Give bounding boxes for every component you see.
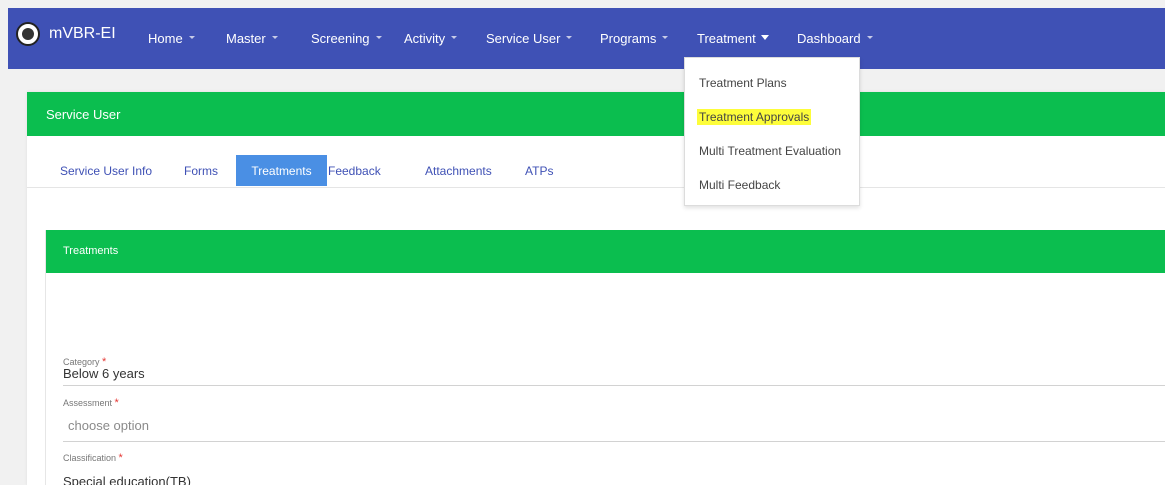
menu-item-treatment-plans[interactable]: Treatment Plans bbox=[699, 76, 787, 90]
nav-service-user[interactable]: Service User bbox=[486, 31, 573, 46]
tab-atps[interactable]: ATPs bbox=[525, 164, 553, 178]
required-marker: * bbox=[118, 452, 123, 464]
assessment-label: Assessment * bbox=[63, 397, 119, 409]
menu-item-treatment-approvals[interactable]: Treatment Approvals bbox=[697, 109, 812, 125]
nav-dashboard[interactable]: Dashboard bbox=[797, 31, 873, 46]
caret-down-icon bbox=[451, 36, 458, 40]
nav-activity[interactable]: Activity bbox=[404, 31, 458, 46]
caret-down-icon bbox=[866, 36, 873, 40]
brand[interactable]: mVBR-EI bbox=[16, 22, 116, 46]
menu-item-multi-feedback[interactable]: Multi Feedback bbox=[699, 178, 780, 192]
nav-treatment[interactable]: Treatment bbox=[697, 31, 769, 46]
tab-treatments[interactable]: Treatments bbox=[236, 155, 327, 186]
nav-home[interactable]: Home bbox=[148, 31, 195, 46]
assessment-select[interactable]: choose option bbox=[68, 418, 149, 433]
nav-screening[interactable]: Screening bbox=[311, 31, 382, 46]
caret-down-icon bbox=[271, 36, 278, 40]
service-user-tabs: Service User Info Forms Treatments Feedb… bbox=[27, 155, 1165, 188]
treatments-header: Treatments bbox=[46, 230, 1165, 273]
menu-item-multi-treatment-evaluation[interactable]: Multi Treatment Evaluation bbox=[699, 144, 841, 158]
top-navbar: mVBR-EI Home Master Screening Activity S… bbox=[8, 8, 1165, 69]
tab-feedback[interactable]: Feedback bbox=[328, 164, 381, 178]
nav-programs[interactable]: Programs bbox=[600, 31, 669, 46]
caret-down-icon bbox=[188, 36, 195, 40]
service-user-title: Service User bbox=[46, 107, 121, 122]
caret-down-icon bbox=[760, 35, 769, 41]
emblem-logo-icon bbox=[16, 22, 40, 46]
classification-select[interactable]: Special education(TB) bbox=[63, 474, 191, 485]
category-underline bbox=[63, 385, 1165, 386]
highlighted-label: Treatment Approvals bbox=[697, 109, 812, 125]
required-marker: * bbox=[114, 397, 119, 409]
treatments-card: Treatments Category * Below 6 years Asse… bbox=[45, 230, 1165, 485]
treatments-title: Treatments bbox=[63, 245, 119, 257]
service-user-card: Service User Service User Info Forms Tre… bbox=[27, 92, 1165, 485]
classification-label: Classification * bbox=[63, 452, 123, 464]
tab-service-user-info[interactable]: Service User Info bbox=[60, 164, 152, 178]
brand-name: mVBR-EI bbox=[49, 25, 116, 42]
service-user-header: Service User bbox=[27, 92, 1165, 136]
assessment-underline bbox=[63, 441, 1165, 442]
caret-down-icon bbox=[375, 36, 382, 40]
tab-attachments[interactable]: Attachments bbox=[425, 164, 492, 178]
treatment-dropdown-menu: Treatment Plans Treatment Approvals Mult… bbox=[684, 57, 860, 206]
caret-down-icon bbox=[662, 36, 669, 40]
nav-master[interactable]: Master bbox=[226, 31, 278, 46]
tab-forms[interactable]: Forms bbox=[184, 164, 218, 178]
caret-down-icon bbox=[566, 36, 573, 40]
category-select[interactable]: Below 6 years bbox=[63, 366, 145, 381]
